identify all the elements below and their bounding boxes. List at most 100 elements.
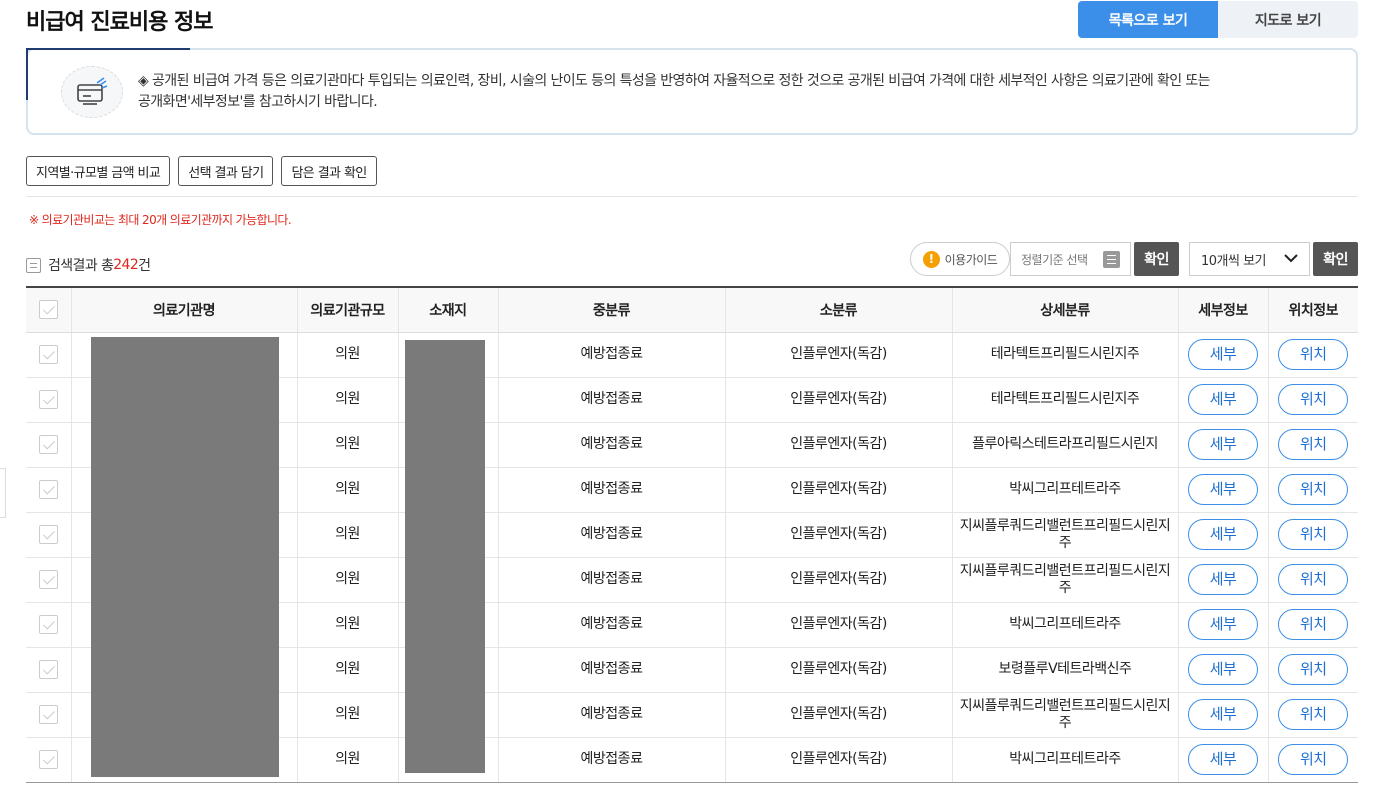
row-checkbox[interactable]: [38, 390, 58, 409]
mid-category-cell: 예방접종료: [497, 512, 725, 558]
row-checkbox[interactable]: [38, 435, 58, 454]
institution-scale-cell: 의원: [296, 602, 398, 648]
location-button[interactable]: 위치: [1278, 474, 1349, 505]
location-button[interactable]: 위치: [1278, 744, 1349, 775]
detail-button[interactable]: 세부: [1188, 474, 1258, 505]
detail-button[interactable]: 세부: [1188, 609, 1258, 640]
sub-category-cell: 인플루엔자(독감): [724, 647, 952, 693]
sort-select[interactable]: 정렬기준 선택: [1010, 242, 1131, 276]
chevron-down-icon: [1284, 252, 1298, 267]
result-count-number: 242: [113, 257, 139, 273]
list-menu-icon: [1103, 251, 1120, 268]
info-icon: !: [922, 250, 940, 268]
institution-scale-cell: 의원: [296, 737, 398, 783]
institution-scale-cell: 의원: [296, 692, 398, 738]
row-checkbox[interactable]: [38, 525, 58, 544]
detail-button[interactable]: 세부: [1188, 429, 1258, 460]
notice-text-line-2: 공개화면'세부정보'를 참고하시기 바랍니다.: [138, 94, 378, 110]
row-select-cell: [26, 647, 71, 693]
detail-button[interactable]: 세부: [1188, 699, 1258, 730]
row-select-cell: [26, 332, 71, 378]
detail-button[interactable]: 세부: [1188, 564, 1258, 595]
usage-guide-label: 이용가이드: [944, 252, 998, 267]
row-checkbox[interactable]: [38, 570, 58, 589]
row-select-cell: [26, 512, 71, 558]
location-button[interactable]: 위치: [1278, 519, 1349, 550]
save-selection-button[interactable]: 선택 결과 담기: [178, 156, 274, 186]
redacted-locations: [405, 340, 485, 773]
detail-category-cell: 플루아릭스테트라프리필드시린지: [951, 422, 1178, 468]
sub-category-cell: 인플루엔자(독감): [724, 737, 952, 783]
detail-info-cell: 세부: [1177, 602, 1268, 648]
location-button[interactable]: 위치: [1278, 384, 1349, 415]
row-select-cell: [26, 737, 71, 783]
payment-card-icon: [61, 66, 123, 118]
mid-category-cell: 예방접종료: [497, 557, 725, 603]
sub-category-cell: 인플루엔자(독감): [724, 422, 952, 468]
row-checkbox[interactable]: [38, 345, 58, 364]
view-map-button[interactable]: 지도로 보기: [1218, 1, 1358, 38]
header-institution-scale: 의료기관규모: [296, 286, 398, 333]
location-button[interactable]: 위치: [1278, 339, 1349, 370]
detail-category-cell: 박씨그리프테트라주: [951, 737, 1178, 783]
action-buttons: 지역별·규모별 금액 비교 선택 결과 담기 담은 결과 확인: [26, 156, 377, 186]
detail-button[interactable]: 세부: [1188, 519, 1258, 550]
view-saved-button[interactable]: 담은 결과 확인: [281, 156, 377, 186]
detail-category-cell: 테라텍트프리필드시린지주: [951, 377, 1178, 423]
location-button[interactable]: 위치: [1278, 429, 1349, 460]
sub-category-cell: 인플루엔자(독감): [724, 692, 952, 738]
per-page-value: 10개씩 보기: [1201, 253, 1267, 269]
detail-button[interactable]: 세부: [1188, 744, 1258, 775]
sort-confirm-button[interactable]: 확인: [1134, 242, 1179, 276]
detail-info-cell: 세부: [1177, 647, 1268, 693]
side-tab[interactable]: [0, 468, 6, 518]
location-button[interactable]: 위치: [1278, 564, 1349, 595]
page-title: 비급여 진료비용 정보: [26, 10, 213, 35]
detail-info-cell: 세부: [1177, 512, 1268, 558]
detail-button[interactable]: 세부: [1188, 384, 1258, 415]
detail-info-cell: 세부: [1177, 467, 1268, 513]
sub-category-cell: 인플루엔자(독감): [724, 467, 952, 513]
notice-accent-line-vertical: [26, 48, 28, 100]
sub-category-cell: 인플루엔자(독감): [724, 377, 952, 423]
row-checkbox[interactable]: [38, 615, 58, 634]
location-button[interactable]: 위치: [1278, 609, 1349, 640]
location-button[interactable]: 위치: [1278, 654, 1349, 685]
sub-category-cell: 인플루엔자(독감): [724, 602, 952, 648]
select-all-checkbox[interactable]: [38, 300, 58, 320]
location-info-cell: 위치: [1267, 737, 1358, 783]
sub-category-cell: 인플루엔자(독감): [724, 512, 952, 558]
per-page-confirm-button[interactable]: 확인: [1313, 242, 1358, 276]
usage-guide-button[interactable]: ! 이용가이드: [910, 242, 1010, 276]
row-checkbox[interactable]: [38, 750, 58, 769]
result-count-suffix: 건: [138, 258, 151, 274]
row-checkbox[interactable]: [38, 705, 58, 724]
detail-category-cell: 보령플루Ⅴ테트라백신주: [951, 647, 1178, 693]
detail-button[interactable]: 세부: [1188, 654, 1258, 685]
institution-scale-cell: 의원: [296, 467, 398, 513]
detail-button[interactable]: 세부: [1188, 339, 1258, 370]
compare-button[interactable]: 지역별·규모별 금액 비교: [26, 156, 171, 186]
per-page-select[interactable]: 10개씩 보기: [1189, 242, 1310, 276]
mid-category-cell: 예방접종료: [497, 692, 725, 738]
row-checkbox[interactable]: [38, 480, 58, 499]
location-info-cell: 위치: [1267, 467, 1358, 513]
institution-scale-cell: 의원: [296, 332, 398, 378]
location-info-cell: 위치: [1267, 512, 1358, 558]
detail-category-cell: 박씨그리프테트라주: [951, 467, 1178, 513]
row-select-cell: [26, 602, 71, 648]
row-checkbox[interactable]: [38, 660, 58, 679]
detail-category-cell: 지씨플루쿼드리밸런트프리필드시린지주: [951, 557, 1178, 603]
location-info-cell: 위치: [1267, 332, 1358, 378]
header-location: 소재지: [397, 286, 498, 333]
mid-category-cell: 예방접종료: [497, 422, 725, 468]
location-info-cell: 위치: [1267, 422, 1358, 468]
header-location-info: 위치정보: [1267, 286, 1358, 333]
notice-text-line-1: ◈ 공개된 비급여 가격 등은 의료기관마다 투입되는 의료인력, 장비, 시술…: [138, 73, 1211, 89]
location-button[interactable]: 위치: [1278, 699, 1349, 730]
detail-info-cell: 세부: [1177, 692, 1268, 738]
detail-category-cell: 지씨플루쿼드리밸런트프리필드시린지주: [951, 692, 1178, 738]
view-list-button[interactable]: 목록으로 보기: [1078, 1, 1218, 38]
location-info-cell: 위치: [1267, 602, 1358, 648]
mid-category-cell: 예방접종료: [497, 467, 725, 513]
